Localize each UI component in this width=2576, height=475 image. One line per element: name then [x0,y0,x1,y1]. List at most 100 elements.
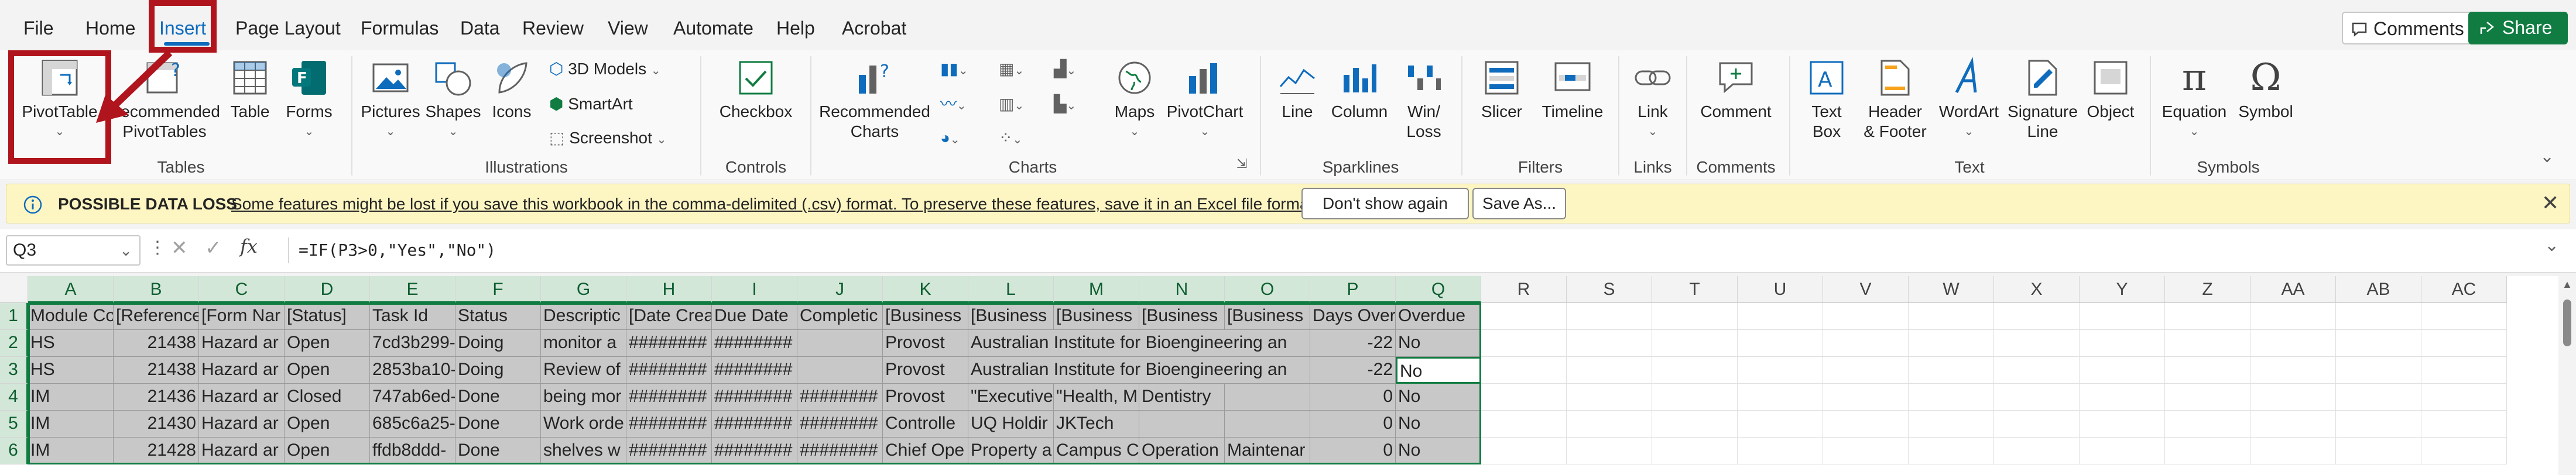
table-cell[interactable]: [Business [968,303,1054,330]
column-header[interactable]: Q [1396,276,1481,303]
column-header[interactable]: J [797,276,883,303]
table-cell[interactable] [797,330,883,357]
tab-automate[interactable]: Automate [673,14,753,42]
table-cell[interactable]: JKTech [1054,411,1139,438]
table-cell[interactable] [2080,384,2165,411]
more-options-icon[interactable]: ⋮ [149,238,166,258]
table-cell[interactable]: 0 [1310,438,1396,464]
table-cell[interactable] [1994,438,2080,464]
spreadsheet-grid[interactable]: A B C D E F G H I J K L M N O P Q R S T U V W X Y Z AA AB AC 1 Module … [0,276,2576,475]
table-cell[interactable] [2421,330,2507,357]
chevron-down-icon[interactable]: ⌄ [119,236,132,264]
table-cell[interactable]: Due Date [712,303,797,330]
table-cell[interactable] [1994,330,2080,357]
table-cell[interactable]: being mor [541,384,626,411]
insert-function-icon[interactable]: fx [240,235,258,257]
table-cell[interactable]: Task Id [370,303,455,330]
column-header[interactable]: B [114,276,199,303]
table-cell[interactable]: ######## [626,384,712,411]
table-cell[interactable]: No [1396,384,1481,411]
scroll-up-icon[interactable]: ▲ [2562,278,2572,291]
column-header[interactable]: F [455,276,541,303]
table-cell[interactable] [1909,411,1994,438]
pictures-button[interactable]: Pictures ⌄ [358,57,423,142]
column-header[interactable]: G [541,276,626,303]
table-cell[interactable] [2165,384,2250,411]
table-cell[interactable]: Controlle [883,411,968,438]
table-cell[interactable]: monitor a [541,330,626,357]
table-cell[interactable] [2080,303,2165,330]
screenshot-button[interactable]: ⬚ Screenshot ⌄ [549,125,666,151]
equation-button[interactable]: π Equation ⌄ [2157,57,2232,142]
table-cell[interactable] [1225,384,1310,411]
pivot-chart-button[interactable]: PivotChart ⌄ [1164,57,1246,142]
table-cell[interactable]: "Executive [968,384,1054,411]
select-all-corner[interactable] [0,276,28,303]
table-cell[interactable]: 21430 [114,411,199,438]
save-as-button[interactable]: Save As... [1472,188,1566,219]
tab-formulas[interactable]: Formulas [361,14,439,42]
table-cell[interactable] [1481,357,1567,384]
table-cell[interactable]: Done [455,411,541,438]
table-cell[interactable]: [Status] [285,303,370,330]
row-header[interactable]: 2 [0,330,28,357]
column-header[interactable]: M [1054,276,1139,303]
table-cell[interactable] [2165,330,2250,357]
table-button[interactable]: Table [224,57,276,122]
row-header[interactable]: 3 [0,357,28,384]
table-cell[interactable]: ######## [626,357,712,384]
wordart-button[interactable]: WordArt ⌄ [1933,57,2005,142]
table-cell[interactable]: Chief Ope [883,438,968,464]
timeline-button[interactable]: Timeline [1534,57,1611,122]
row-header[interactable]: 5 [0,411,28,438]
column-header[interactable]: D [285,276,370,303]
table-cell[interactable] [1652,384,1738,411]
table-cell[interactable]: Provost [883,357,968,384]
table-cell[interactable]: IM [28,411,114,438]
table-cell[interactable]: [Business [1054,303,1139,330]
table-cell[interactable]: Campus C [1054,438,1139,464]
column-header[interactable]: W [1909,276,1994,303]
table-cell[interactable] [1738,384,1823,411]
table-cell[interactable] [1738,330,1823,357]
notification-message[interactable]: Some features might be lost if you save … [231,192,1318,216]
link-button[interactable]: Link ⌄ [1626,57,1679,142]
pie-chart-button[interactable]: ◕⌄ [940,125,960,151]
table-cell[interactable] [1652,357,1738,384]
table-cell[interactable]: Completic [797,303,883,330]
table-cell[interactable] [1567,438,1652,464]
table-cell[interactable]: Doing [455,330,541,357]
table-cell[interactable]: Property a [968,438,1054,464]
table-cell[interactable]: ######## [626,438,712,464]
table-cell[interactable]: Module Co [28,303,114,330]
table-cell[interactable]: Open [285,357,370,384]
sparkline-line-button[interactable]: Line [1269,57,1325,122]
table-cell[interactable]: Hazard ar [199,357,285,384]
column-header[interactable]: L [968,276,1054,303]
share-button[interactable]: Share [2468,12,2568,44]
maps-button[interactable]: Maps ⌄ [1107,57,1163,142]
row-header[interactable]: 1 [0,303,28,330]
table-cell[interactable]: Open [285,330,370,357]
table-cell[interactable]: Maintenar [1225,438,1310,464]
table-cell[interactable]: 2853ba10- [370,357,455,384]
table-cell[interactable] [1139,411,1225,438]
table-cell[interactable]: 21438 [114,357,199,384]
dialog-launcher-icon[interactable]: ⇲ [1236,151,1247,177]
column-header[interactable]: U [1738,276,1823,303]
column-header[interactable]: A [28,276,114,303]
tab-view[interactable]: View [608,14,648,42]
tab-home[interactable]: Home [85,14,135,42]
table-cell[interactable]: 0 [1310,411,1396,438]
table-cell[interactable]: Done [455,438,541,464]
signature-line-button[interactable]: Signature Line [2005,57,2081,142]
table-cell[interactable]: ######## [712,438,797,464]
active-cell[interactable]: No [1396,357,1481,384]
table-cell[interactable]: Hazard ar [199,411,285,438]
table-cell[interactable] [1225,411,1310,438]
table-cell[interactable] [1652,438,1738,464]
table-cell[interactable] [2336,411,2421,438]
table-cell[interactable]: Work orde [541,411,626,438]
table-cell[interactable]: Done [455,384,541,411]
table-cell[interactable]: Operation [1139,438,1225,464]
